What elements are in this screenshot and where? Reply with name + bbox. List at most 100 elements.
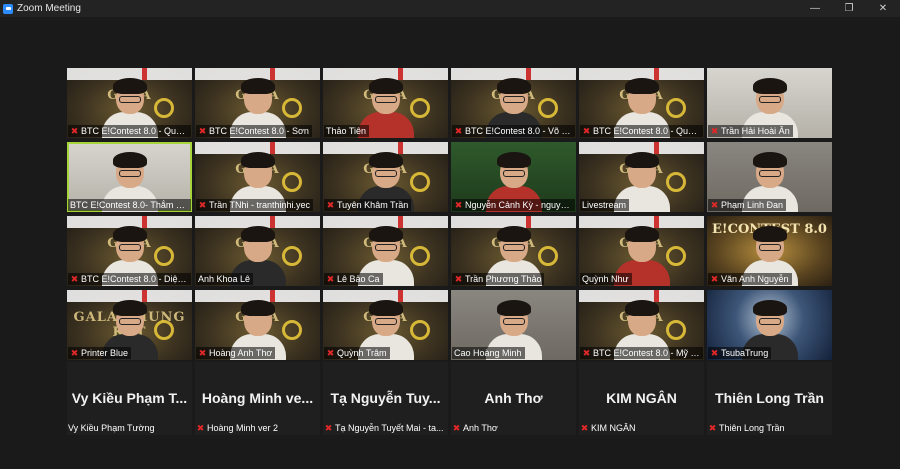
- muted-mic-icon: ✖: [454, 273, 463, 284]
- muted-mic-icon: ✖: [198, 125, 207, 136]
- no-video-tile[interactable]: KIM NGÂN ✖ KIM NGÂN: [579, 362, 704, 435]
- glasses: [374, 318, 397, 325]
- participant-face: [624, 78, 659, 114]
- participant-name-tag: ✖ Trần TNhi - tranthinhi.yec: [196, 199, 314, 211]
- no-video-tile[interactable]: Thiên Long Trần ✖ Thiên Long Trần: [707, 362, 832, 435]
- muted-mic-icon: ✖: [326, 199, 335, 210]
- video-tile[interactable]: GALA✖Quỳnh Trâm: [323, 290, 448, 360]
- participant-face: [752, 78, 787, 114]
- video-tile[interactable]: GALA✖BTC E!Contest 8.0 - Quỳn...: [67, 68, 192, 138]
- no-video-tile[interactable]: Tạ Nguyễn Tuy... ✖ Tạ Nguyễn Tuyết Mai - t…: [323, 362, 448, 435]
- zoom-app-icon: [3, 3, 13, 14]
- participant-name: TsubaTrung: [721, 348, 769, 358]
- participant-name: Vy Kiều Phạm Tường: [68, 423, 155, 433]
- participant-name: BTC E!Contest 8.0 - Quốc ...: [593, 126, 700, 136]
- participant-name-tag: ✖ Lê Bảo Ca: [324, 273, 383, 285]
- video-tile[interactable]: GALAThảo Tiên: [323, 68, 448, 138]
- participant-name: Quỳnh Trâm: [337, 348, 387, 358]
- muted-mic-icon: ✖: [710, 125, 719, 136]
- video-tile[interactable]: ✖ Phạm Linh Đan: [707, 142, 832, 212]
- video-tile[interactable]: GALA✖BTC E!Contest 8.0 - Quốc ...: [579, 68, 704, 138]
- participant-name: BTC E!Contest 8.0- Thắm Qu...: [70, 200, 188, 210]
- video-tile[interactable]: GALA✖BTC E!Contest 8.0 - Mỹ Hậu: [579, 290, 704, 360]
- participant-face: [112, 78, 147, 114]
- no-video-tile[interactable]: Vy Kiều Phạm T... Vy Kiều Phạm Tường: [67, 362, 192, 435]
- participant-name-tag: ✖ Anh Thơ: [452, 422, 498, 434]
- participant-face: [752, 300, 787, 336]
- video-tile[interactable]: GALA✖BTC E!Contest 8.0 - Diệp ...: [67, 216, 192, 286]
- video-tile[interactable]: ✖ Nguyễn Cảnh Kỳ - nguye...: [451, 142, 576, 212]
- glasses: [118, 318, 141, 325]
- muted-mic-icon: ✖: [710, 347, 719, 358]
- participant-display-name: KIM NGÂN: [606, 390, 677, 406]
- video-tile[interactable]: GALA✖Lê Bảo Ca: [323, 216, 448, 286]
- participant-name: Anh Khoa Lê: [198, 274, 251, 284]
- video-tile[interactable]: GALA CHUNG KẾT✖Printer Blue: [67, 290, 192, 360]
- glasses: [502, 318, 525, 325]
- participant-name-tag: ✖ Printer Blue: [68, 347, 132, 359]
- participant-name-tag: ✖ Trần Hải Hoài Ân: [708, 125, 793, 137]
- muted-mic-icon: ✖: [452, 422, 461, 433]
- muted-mic-icon: ✖: [198, 347, 207, 358]
- muted-mic-icon: ✖: [582, 125, 591, 136]
- participant-name: Tuyên Khâm Trần: [337, 200, 409, 210]
- close-button[interactable]: ✕: [866, 0, 900, 17]
- participant-name-tag: ✖ KIM NGÂN: [580, 422, 636, 434]
- video-tile[interactable]: GALA✖Hoàng Anh Thơ: [195, 290, 320, 360]
- participant-name: Quỳnh Như: [582, 274, 629, 284]
- muted-mic-icon: ✖: [708, 422, 717, 433]
- participant-face: [368, 152, 403, 188]
- participant-name-tag: ✖ Quỳnh Trâm: [324, 347, 390, 359]
- participant-name-tag: ✖ Phạm Linh Đan: [708, 199, 787, 211]
- participant-face: [368, 226, 403, 262]
- video-tile[interactable]: ✖ TsubaTrung: [707, 290, 832, 360]
- video-tile[interactable]: GALA✖Trần TNhi - tranthinhi.yec: [195, 142, 320, 212]
- muted-mic-icon: ✖: [580, 422, 589, 433]
- video-tile[interactable]: Cao Hoàng Minh: [451, 290, 576, 360]
- participant-name: Tạ Nguyễn Tuyết Mai - ta...: [335, 423, 444, 433]
- participant-face: [496, 226, 531, 262]
- participant-name: Văn Anh Nguyễn: [721, 274, 789, 284]
- video-tile[interactable]: GALA✖BTC E!Contest 8.0 - Võ Ng...: [451, 68, 576, 138]
- video-tile[interactable]: GALA✖Tuyên Khâm Trần: [323, 142, 448, 212]
- participant-face: [368, 78, 403, 114]
- glasses: [118, 244, 141, 251]
- muted-mic-icon: ✖: [70, 273, 79, 284]
- participant-display-name: Thiên Long Trần: [715, 390, 824, 406]
- glasses: [502, 96, 525, 103]
- no-video-tile[interactable]: Hoàng Minh ve... ✖ Hoàng Minh ver 2: [195, 362, 320, 435]
- participant-face: [624, 152, 659, 188]
- video-tile[interactable]: BTC E!Contest 8.0- Thắm Qu...: [67, 142, 192, 212]
- participant-name: Trần Hải Hoài Ân: [721, 126, 790, 136]
- no-video-row: Vy Kiều Phạm T... Vy Kiều Phạm Tường Hoàng…: [67, 362, 833, 435]
- participant-name-tag: ✖ BTC E!Contest 8.0 - Sơn: [196, 125, 312, 137]
- glasses: [374, 96, 397, 103]
- participant-face: [624, 300, 659, 336]
- participant-name: BTC E!Contest 8.0 - Sơn: [209, 126, 309, 136]
- participant-name-tag: ✖ Tạ Nguyễn Tuyết Mai - ta...: [324, 423, 444, 434]
- participant-name: Cao Hoàng Minh: [454, 348, 522, 358]
- participant-name-tag: ✖ Nguyễn Cảnh Kỳ - nguye...: [452, 199, 575, 211]
- muted-mic-icon: ✖: [710, 273, 719, 284]
- participant-face: [112, 152, 147, 188]
- muted-mic-icon: ✖: [326, 347, 335, 358]
- video-tile[interactable]: GALAAnh Khoa Lê: [195, 216, 320, 286]
- video-tile[interactable]: GALA✖BTC E!Contest 8.0 - Sơn: [195, 68, 320, 138]
- participant-name: BTC E!Contest 8.0 - Mỹ Hậu: [593, 348, 700, 358]
- muted-mic-icon: ✖: [70, 347, 79, 358]
- maximize-button[interactable]: ❐: [832, 0, 866, 17]
- video-tile[interactable]: ✖ Trần Hải Hoài Ân: [707, 68, 832, 138]
- minimize-button[interactable]: —: [798, 0, 832, 17]
- video-tile[interactable]: GALAQuỳnh Như: [579, 216, 704, 286]
- video-tile[interactable]: GALALivestream: [579, 142, 704, 212]
- participant-name-tag: ✖ Thiên Long Trần: [708, 422, 785, 434]
- participant-name: Lê Bảo Ca: [337, 274, 380, 284]
- participant-name-tag: ✖ BTC E!Contest 8.0 - Diệp ...: [68, 273, 191, 285]
- video-tile[interactable]: GALA✖Trần Phương Thảo: [451, 216, 576, 286]
- video-tile[interactable]: E!CONTEST 8.0✖Văn Anh Nguyễn: [707, 216, 832, 286]
- no-video-tile[interactable]: Anh Thơ ✖ Anh Thơ: [451, 362, 576, 435]
- participant-name-tag: BTC E!Contest 8.0- Thắm Qu...: [68, 199, 191, 211]
- participant-name-tag: Quỳnh Như: [580, 273, 632, 285]
- muted-mic-icon: ✖: [70, 125, 79, 136]
- participant-name: BTC E!Contest 8.0 - Diệp ...: [81, 274, 188, 284]
